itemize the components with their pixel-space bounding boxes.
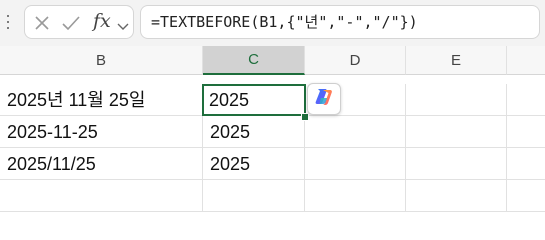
cell-c3[interactable]: 2025 (203, 148, 305, 180)
formula-input[interactable]: =TEXTBEFORE(B1,{"년","-","/"}) (140, 5, 540, 39)
cell-f3[interactable] (507, 148, 545, 180)
check-icon[interactable] (61, 14, 81, 37)
cell-b4[interactable] (0, 180, 203, 212)
more-options-icon[interactable] (6, 15, 10, 29)
cell-e3[interactable] (406, 148, 507, 180)
cell-b3[interactable]: 2025/11/25 (0, 148, 203, 180)
cell-c2[interactable]: 2025 (203, 116, 305, 148)
cell-f1[interactable] (507, 84, 545, 116)
cell-e4[interactable] (406, 180, 507, 212)
copilot-button[interactable] (307, 83, 341, 115)
cell-d3[interactable] (305, 148, 406, 180)
cell-c1[interactable]: 2025 (202, 84, 306, 116)
copilot-icon (313, 86, 335, 113)
cell-f4[interactable] (507, 180, 545, 212)
column-header-d[interactable]: D (305, 46, 406, 75)
cell-b1[interactable]: 2025년 11월 25일 (0, 84, 203, 116)
formula-bar: fx =TEXTBEFORE(B1,{"년","-","/"}) (0, 0, 545, 46)
column-header-b[interactable]: B (0, 46, 203, 75)
fill-handle[interactable] (301, 113, 309, 121)
cell-d2[interactable] (305, 116, 406, 148)
formula-controls: fx (24, 5, 134, 39)
cell-f2[interactable] (507, 116, 545, 148)
cell-e2[interactable] (406, 116, 507, 148)
fx-icon[interactable]: fx (93, 10, 111, 32)
column-header-e[interactable]: E (406, 46, 507, 75)
column-header-c[interactable]: C (203, 46, 305, 75)
column-header-next[interactable] (507, 46, 545, 75)
x-icon[interactable] (33, 14, 51, 37)
cell-d4[interactable] (305, 180, 406, 212)
chevron-down-icon[interactable] (117, 18, 129, 36)
cell-c4[interactable] (203, 180, 305, 212)
cell-b2[interactable]: 2025-11-25 (0, 116, 203, 148)
cell-e1[interactable] (406, 84, 507, 116)
